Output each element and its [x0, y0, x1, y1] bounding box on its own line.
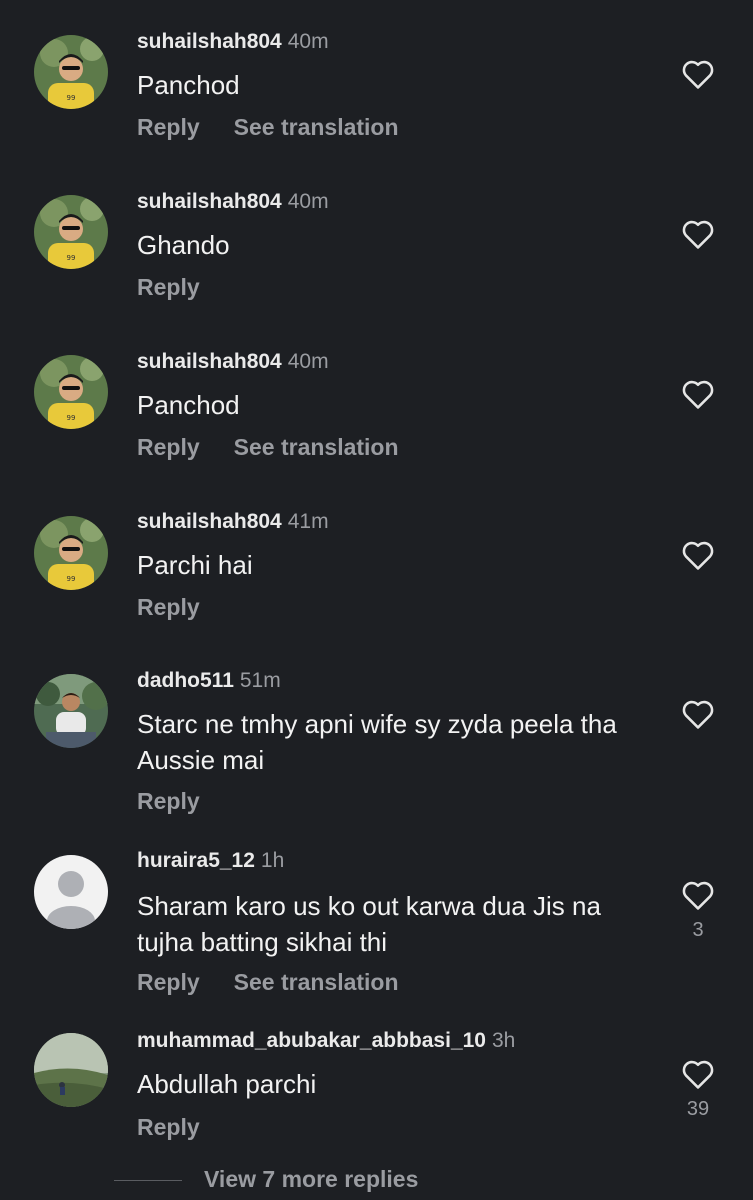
avatar[interactable] [34, 1033, 108, 1107]
heart-outline-icon [682, 881, 714, 910]
comment-text: Sharam karo us ko out karwa dua Jis na t… [137, 891, 601, 957]
see-translation-button[interactable]: See translation [234, 114, 399, 140]
comment-time: 40m [287, 350, 329, 373]
heart-outline-icon [682, 1060, 714, 1089]
comment-text: Panchod [137, 70, 240, 100]
heart-outline-icon [682, 380, 714, 409]
avatar[interactable]: 99 [34, 195, 108, 269]
like-button[interactable] [678, 218, 718, 250]
comment-username[interactable]: suhailshah804 [137, 190, 282, 213]
comment-text: Panchod [137, 390, 240, 420]
reply-button[interactable]: Reply [137, 434, 200, 460]
comment-time: 3h [491, 1029, 516, 1052]
heart-outline-icon [682, 60, 714, 89]
comment-time: 51m [239, 669, 281, 692]
comment-text: Ghando [137, 230, 230, 260]
heart-outline-icon [682, 700, 714, 729]
reply-button[interactable]: Reply [137, 788, 200, 814]
comment-username[interactable]: huraira5_12 [137, 849, 255, 872]
svg-text:99: 99 [67, 94, 76, 102]
heart-outline-icon [682, 541, 714, 570]
view-more-replies-button[interactable]: View 7 more replies [114, 1166, 418, 1193]
reply-button[interactable]: Reply [137, 969, 200, 995]
svg-text:99: 99 [67, 254, 76, 262]
like-count: 3 [692, 919, 704, 941]
see-translation-button[interactable]: See translation [234, 434, 399, 460]
like-count: 39 [686, 1098, 710, 1120]
svg-text:99: 99 [67, 414, 76, 422]
like-button[interactable] [678, 539, 718, 571]
comment-text: Abdullah parchi [137, 1069, 317, 1099]
comment-time: 40m [287, 190, 329, 213]
avatar[interactable]: 99 [34, 516, 108, 590]
reply-button[interactable]: Reply [137, 274, 200, 300]
reply-button[interactable]: Reply [137, 114, 200, 140]
heart-outline-icon [682, 220, 714, 249]
comment-time: 40m [287, 30, 329, 53]
see-translation-button[interactable]: See translation [234, 969, 399, 995]
like-button[interactable] [678, 698, 718, 730]
comment-time: 1h [260, 849, 285, 872]
like-button[interactable]: 39 [678, 1058, 718, 1121]
like-button[interactable]: 3 [678, 879, 718, 942]
svg-text:99: 99 [67, 575, 76, 583]
person-silhouette-icon [34, 855, 108, 929]
like-button[interactable] [678, 378, 718, 410]
comment-username[interactable]: dadho511 [137, 669, 234, 692]
comment-username[interactable]: muhammad_abubakar_abbbasi_10 [137, 1029, 486, 1052]
comment-username[interactable]: suhailshah804 [137, 350, 282, 373]
default-avatar[interactable] [34, 855, 108, 929]
avatar[interactable]: 99 [34, 35, 108, 109]
divider-line [114, 1180, 182, 1182]
like-button[interactable] [678, 58, 718, 90]
comment-username[interactable]: suhailshah804 [137, 30, 282, 53]
view-more-label: View 7 more replies [204, 1166, 419, 1192]
comment-text: Starc ne tmhy apni wife sy zyda peela th… [137, 709, 617, 775]
comment-username[interactable]: suhailshah804 [137, 510, 282, 533]
reply-button[interactable]: Reply [137, 594, 200, 620]
avatar[interactable]: 99 [34, 355, 108, 429]
comments-screen: 99 suhailshah804 40m Panchod Reply See tra… [0, 0, 753, 1200]
comment-text: Parchi hai [137, 550, 253, 580]
reply-button[interactable]: Reply [137, 1114, 200, 1140]
avatar[interactable] [34, 674, 108, 748]
comment-time: 41m [287, 510, 329, 533]
